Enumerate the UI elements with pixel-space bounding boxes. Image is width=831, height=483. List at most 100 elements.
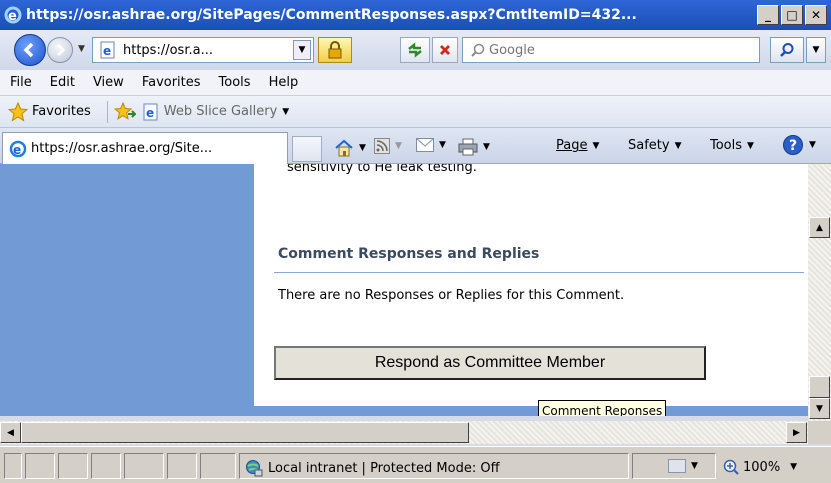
mail-icon [416,138,434,152]
menu-edit[interactable]: Edit [50,75,75,90]
page-menu-button[interactable]: Page ▼ [556,138,599,153]
window-title: https://osr.ashrae.org/SitePages/Comment… [26,7,637,23]
zoom-level: 100% [743,459,781,475]
stop-button[interactable] [432,37,458,63]
forward-button[interactable] [47,37,73,63]
back-arrow-icon [23,42,34,58]
vertical-scrollbar[interactable]: ▲ ▼ [808,164,831,421]
popup-blocker-icon [668,459,686,473]
add-to-favorites-icon[interactable] [113,101,136,122]
search-options-dropdown[interactable]: ▼ [806,37,826,63]
search-input[interactable] [489,42,739,58]
read-mail-button[interactable]: ▼ [416,138,446,152]
status-pane [91,453,121,479]
tools-menu-label: Tools [710,138,743,153]
print-button[interactable]: ▼ [458,138,490,156]
security-lock-button[interactable] [318,37,352,63]
status-pane [58,453,88,479]
scrollbar-corner [808,421,831,444]
address-url[interactable]: https://osr.a... [123,43,213,58]
address-toolbar: ▼ e https://osr.a... ▼ Google ▼ [0,30,831,70]
recent-pages-dropdown-icon[interactable]: ▼ [78,44,85,54]
favorites-button[interactable]: Favorites [32,104,91,119]
section-divider [274,272,804,273]
scroll-left-button[interactable]: ◀ [0,422,21,443]
scroll-right-button[interactable]: ▶ [786,422,807,443]
menu-help[interactable]: Help [269,75,299,90]
rss-feed-icon [374,138,390,154]
status-pane [124,453,164,479]
comment-page-panel: sensitivity to He leak testing. Comment … [254,164,808,406]
security-zone[interactable]: Local intranet | Protected Mode: Off [245,459,500,477]
svg-text:e: e [103,44,111,58]
safety-menu-button[interactable]: Safety ▼ [628,138,682,153]
zoom-control[interactable]: 100% ▼ [723,459,797,475]
lock-icon [328,41,342,59]
svg-text:e: e [146,106,154,120]
help-icon: ? [783,135,803,155]
status-bar: Local intranet | Protected Mode: Off ▼ 1… [0,446,831,483]
menu-file[interactable]: File [10,75,32,90]
horizontal-scroll-thumb[interactable] [21,422,469,443]
safety-menu-label: Safety [628,138,670,153]
tab-current[interactable]: e https://osr.ashrae.org/Site... [2,132,288,164]
toolbar-separator [106,100,108,123]
back-button[interactable] [14,34,46,66]
tab-command-bar: e https://osr.ashrae.org/Site... ▼ ▼ ▼ ▼… [0,128,831,164]
favorites-star-icon[interactable] [8,101,28,122]
scroll-up-button[interactable]: ▲ [809,217,830,238]
search-provider-icon [471,43,485,57]
tab-label: https://osr.ashrae.org/Site... [31,141,213,156]
menu-tools[interactable]: Tools [219,75,251,90]
favorites-bar: Favorites e Web Slice Gallery ▼ [0,96,831,128]
vertical-scroll-thumb[interactable] [809,376,830,398]
minimize-button[interactable]: _ [757,5,779,25]
home-icon [335,139,353,157]
page-icon: e [100,41,115,59]
ie-tab-icon: e [9,140,27,157]
zoom-dropdown-icon[interactable]: ▼ [790,462,797,472]
no-responses-message: There are no Responses or Replies for th… [278,288,625,303]
menu-favorites[interactable]: Favorites [142,75,201,90]
comment-text-fragment: sensitivity to He leak testing. [287,164,477,175]
search-icon [780,43,794,57]
horizontal-scrollbar[interactable]: ◀ ▶ [0,421,808,444]
refresh-button[interactable] [400,37,430,63]
printer-icon [458,138,478,156]
home-button[interactable]: ▼ [334,138,366,158]
new-tab-button[interactable] [292,136,322,162]
scroll-down-button[interactable]: ▼ [809,398,830,419]
help-button[interactable]: ? ▼ [782,134,816,156]
web-slice-dropdown-icon[interactable]: ▼ [282,107,289,117]
zoom-icon [723,459,739,475]
status-pane [4,453,22,479]
security-zone-label: Local intranet | Protected Mode: Off [268,460,500,476]
menu-view[interactable]: View [93,75,124,90]
refresh-icon [408,42,422,58]
tooltip: Comment Reponses [538,400,667,416]
close-button[interactable]: ✕ [805,5,827,25]
svg-text:e: e [13,143,21,157]
tools-menu-button[interactable]: Tools ▼ [710,138,754,153]
page-menu-label: Page [556,138,588,153]
search-button[interactable] [770,37,804,63]
feeds-button[interactable]: ▼ [374,138,402,154]
page-viewport: sensitivity to He leak testing. Comment … [0,164,831,416]
window-title-bar: e https://osr.ashrae.org/SitePages/Comme… [0,0,831,30]
pop-up-settings[interactable]: ▼ [668,459,698,473]
svg-text:?: ? [789,138,797,154]
respond-as-committee-member-button[interactable]: Respond as Committee Member [274,346,706,380]
menu-bar: File Edit View Favorites Tools Help [0,70,831,96]
web-slice-icon: e [143,103,158,120]
maximize-button[interactable]: □ [781,5,803,25]
search-box[interactable] [462,37,760,63]
section-title: Comment Responses and Replies [278,246,540,262]
forward-arrow-icon [56,43,66,57]
stop-icon [440,45,450,55]
address-field[interactable]: e https://osr.a... ▼ [92,37,314,63]
status-pane [25,453,55,479]
intranet-globe-icon [246,460,263,477]
address-dropdown-button[interactable]: ▼ [293,40,311,60]
status-pane [200,453,236,479]
web-slice-gallery-link[interactable]: Web Slice Gallery [164,104,278,119]
